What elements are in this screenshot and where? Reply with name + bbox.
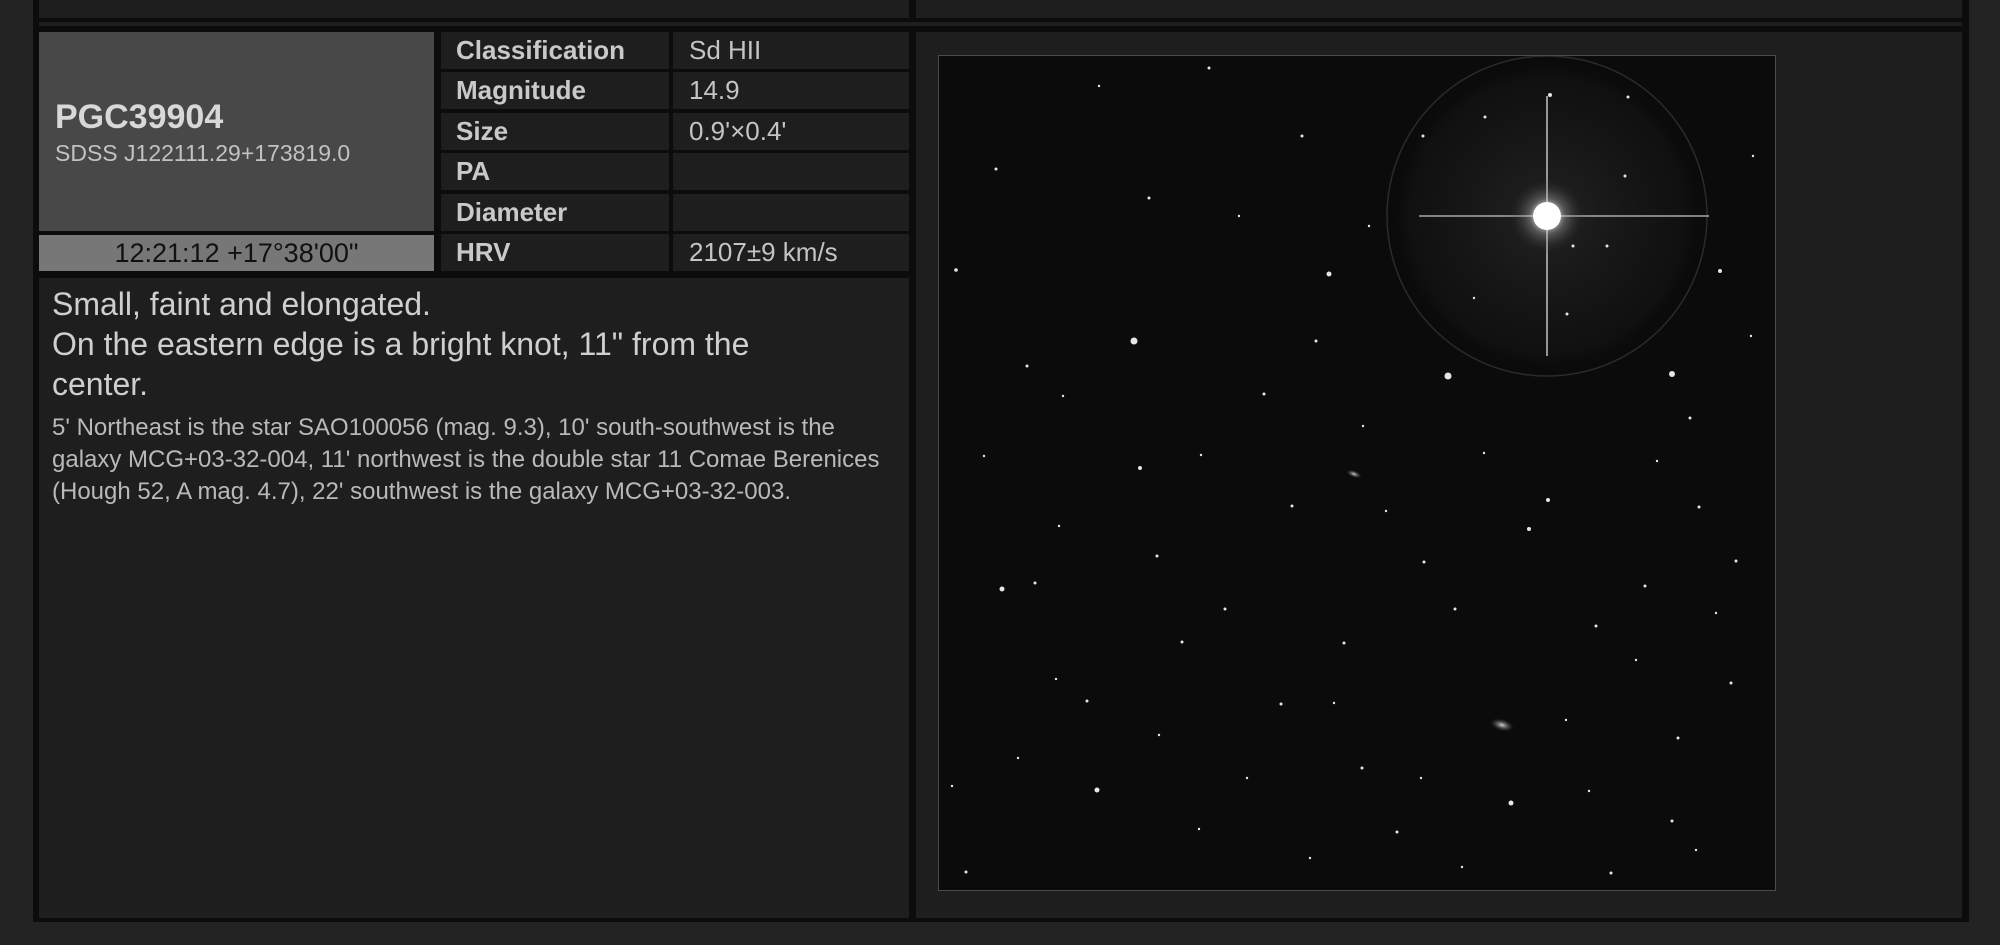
prop-value-pa [673,153,909,190]
description-summary: Small, faint and elongated. On the easte… [52,284,852,404]
prop-value-magnitude: 14.9 [673,72,909,109]
description-notes: 5' Northeast is the star SAO100056 (mag.… [52,414,880,505]
object-coordinates: 12:21:12 +17°38'00" [39,235,434,271]
prop-value-classification: Sd HII [673,32,909,69]
prop-label-hrv: HRV [441,234,669,271]
top-strip-left [39,0,909,18]
prop-value-size: 0.9'×0.4' [673,113,909,150]
sky-survey-image [938,55,1776,891]
image-panel [916,32,1962,918]
object-title-block: PGC39904 SDSS J122111.29+173819.0 [39,32,434,231]
prop-label-magnitude: Magnitude [441,72,669,109]
description-line: Small, faint and elongated. [52,286,431,322]
bright-star-sao100056 [1385,56,1709,378]
top-strip-right [916,0,1962,18]
description-block: Small, faint and elongated. On the easte… [39,278,909,918]
object-name: PGC39904 [55,98,224,136]
header-band [39,22,1962,26]
description-line: center. [52,366,149,402]
description-line: On the eastern edge is a bright knot, 11… [52,326,750,362]
prop-label-diameter: Diameter [441,194,669,231]
star-field [939,56,1775,890]
object-alt-name: SDSS J122111.29+173819.0 [55,140,351,166]
prop-value-hrv: 2107±9 km/s [673,234,909,271]
prop-label-size: Size [441,113,669,150]
prop-label-classification: Classification [441,32,669,69]
prop-label-pa: PA [441,153,669,190]
prop-value-diameter [673,194,909,231]
